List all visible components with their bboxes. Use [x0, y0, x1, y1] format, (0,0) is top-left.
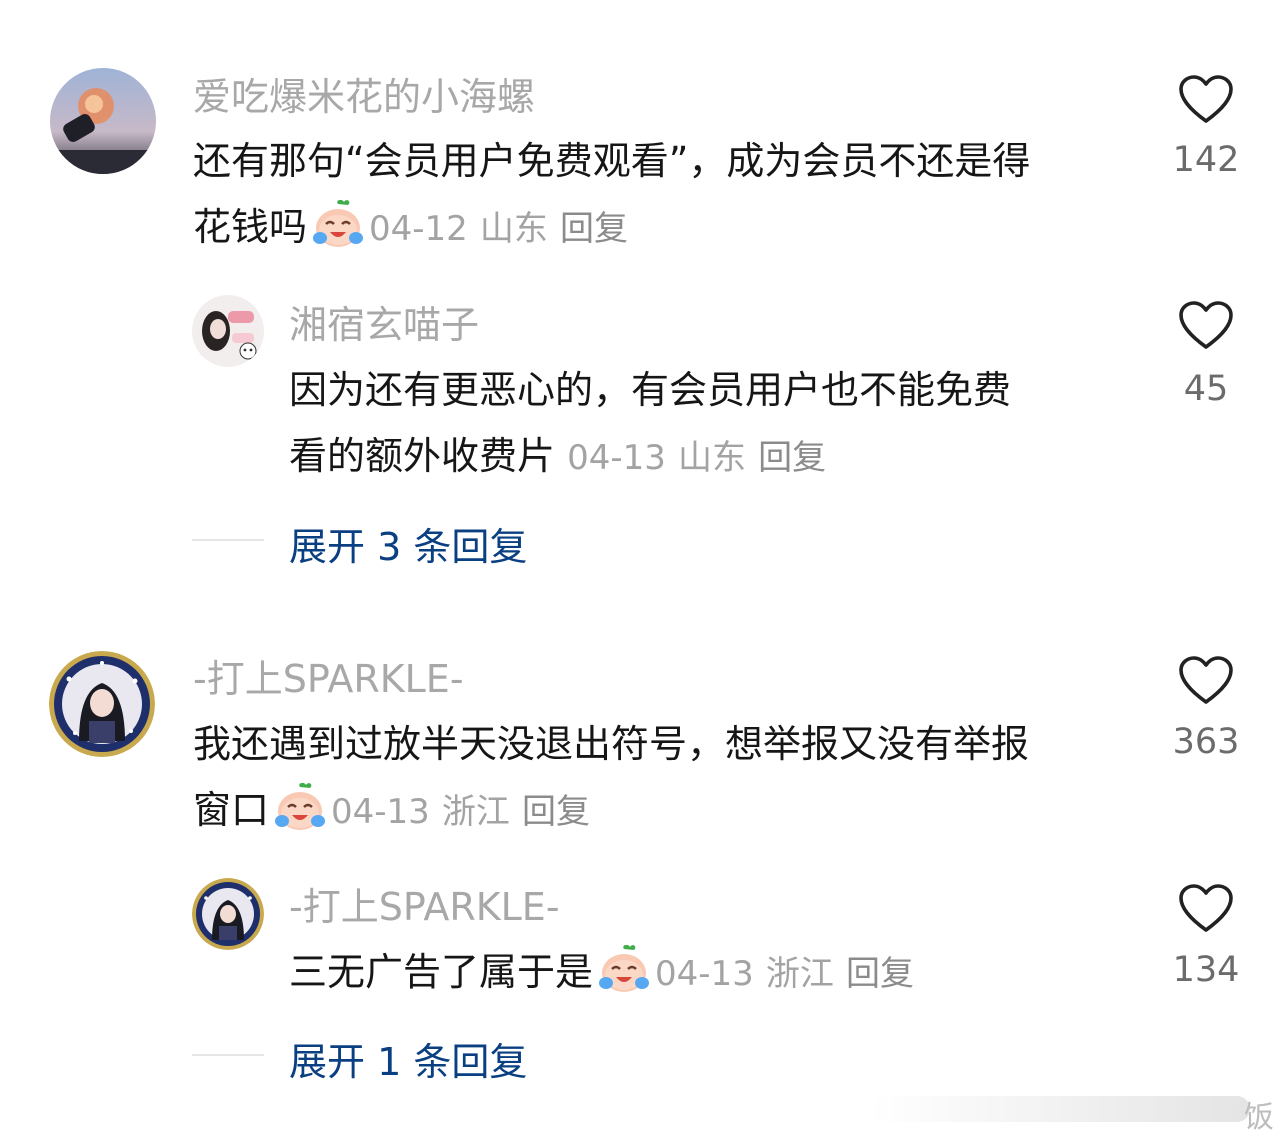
comment-text-tail: 花钱吗 — [193, 205, 308, 249]
reply-button[interactable]: 回复 — [560, 209, 628, 249]
comment-username[interactable]: 爱吃爆米花的小海螺 — [193, 74, 535, 120]
comment-username[interactable]: -打上SPARKLE- — [193, 656, 464, 702]
comment-text-line: 我还遇到过放半天没退出符号，想举报又没有举报 — [193, 722, 1030, 766]
reply-text-tail: 看的额外收费片 — [289, 434, 556, 478]
avatar[interactable] — [192, 878, 264, 950]
like-count: 134 — [1172, 950, 1240, 990]
crying-laughing-emoji-icon — [273, 783, 327, 833]
crying-laughing-emoji-icon — [311, 200, 365, 250]
reply-date: 04-13 — [567, 438, 666, 478]
avatar[interactable] — [192, 295, 264, 367]
comment-date: 04-12 — [369, 209, 468, 249]
comment-text-line: 还有那句“会员用户免费观看”，成为会员不还是得 — [193, 139, 1031, 183]
heart-icon[interactable] — [1178, 74, 1234, 126]
like-count: 363 — [1172, 722, 1240, 762]
comment-text-line: 花钱吗 04-12 山东 回复 — [193, 194, 1153, 262]
comment-date: 04-13 — [331, 792, 430, 832]
heart-icon[interactable] — [1178, 300, 1234, 352]
expand-replies-button[interactable]: 展开 3 条回复 — [289, 516, 527, 571]
comment-text: 还有那句“会员用户免费观看”，成为会员不还是得 花钱吗 04-12 山东 回复 — [193, 128, 1153, 262]
reply-button[interactable]: 回复 — [758, 438, 826, 478]
heart-icon[interactable] — [1178, 883, 1234, 935]
comment-text-tail: 窗口 — [193, 788, 270, 832]
reply-username[interactable]: -打上SPARKLE- — [289, 884, 560, 930]
divider — [192, 1054, 264, 1056]
reply-location: 浙江 — [765, 954, 834, 994]
reply-text: 三无广告了属于是 04-13 浙江 回复 — [289, 939, 1139, 1007]
reply-date: 04-13 — [655, 954, 754, 994]
like-count: 45 — [1183, 369, 1229, 409]
reply-text-tail: 三无广告了属于是 — [289, 950, 594, 994]
expand-replies-button[interactable]: 展开 1 条回复 — [289, 1031, 527, 1086]
comment-text: 我还遇到过放半天没退出符号，想举报又没有举报 窗口 04-13 浙江 回复 — [193, 711, 1153, 845]
comment-location: 浙江 — [441, 792, 510, 832]
comment-text-line: 窗口 04-13 浙江 回复 — [193, 777, 1153, 845]
heart-icon[interactable] — [1178, 655, 1234, 707]
reply-text-line: 因为还有更恶心的，有会员用户也不能免费 — [289, 368, 1012, 412]
reply-button[interactable]: 回复 — [522, 792, 590, 832]
reply-username[interactable]: 湘宿玄喵子 — [289, 302, 479, 348]
reply-button[interactable]: 回复 — [846, 954, 914, 994]
avatar[interactable] — [50, 68, 156, 174]
avatar[interactable] — [49, 651, 155, 757]
like-count: 142 — [1172, 140, 1240, 180]
comment-location: 山东 — [479, 209, 548, 249]
reply-text-line: 三无广告了属于是 04-13 浙江 回复 — [289, 939, 1139, 1007]
reply-text-line: 看的额外收费片 04-13 山东 回复 — [289, 423, 1139, 491]
reply-location: 山东 — [678, 438, 746, 478]
reply-text: 因为还有更恶心的，有会员用户也不能免费 看的额外收费片 04-13 山东 回复 — [289, 357, 1139, 491]
crying-laughing-emoji-icon — [597, 945, 651, 995]
divider — [192, 539, 264, 541]
watermark — [870, 1096, 1250, 1122]
watermark-text: 饭 — [1244, 1100, 1274, 1135]
